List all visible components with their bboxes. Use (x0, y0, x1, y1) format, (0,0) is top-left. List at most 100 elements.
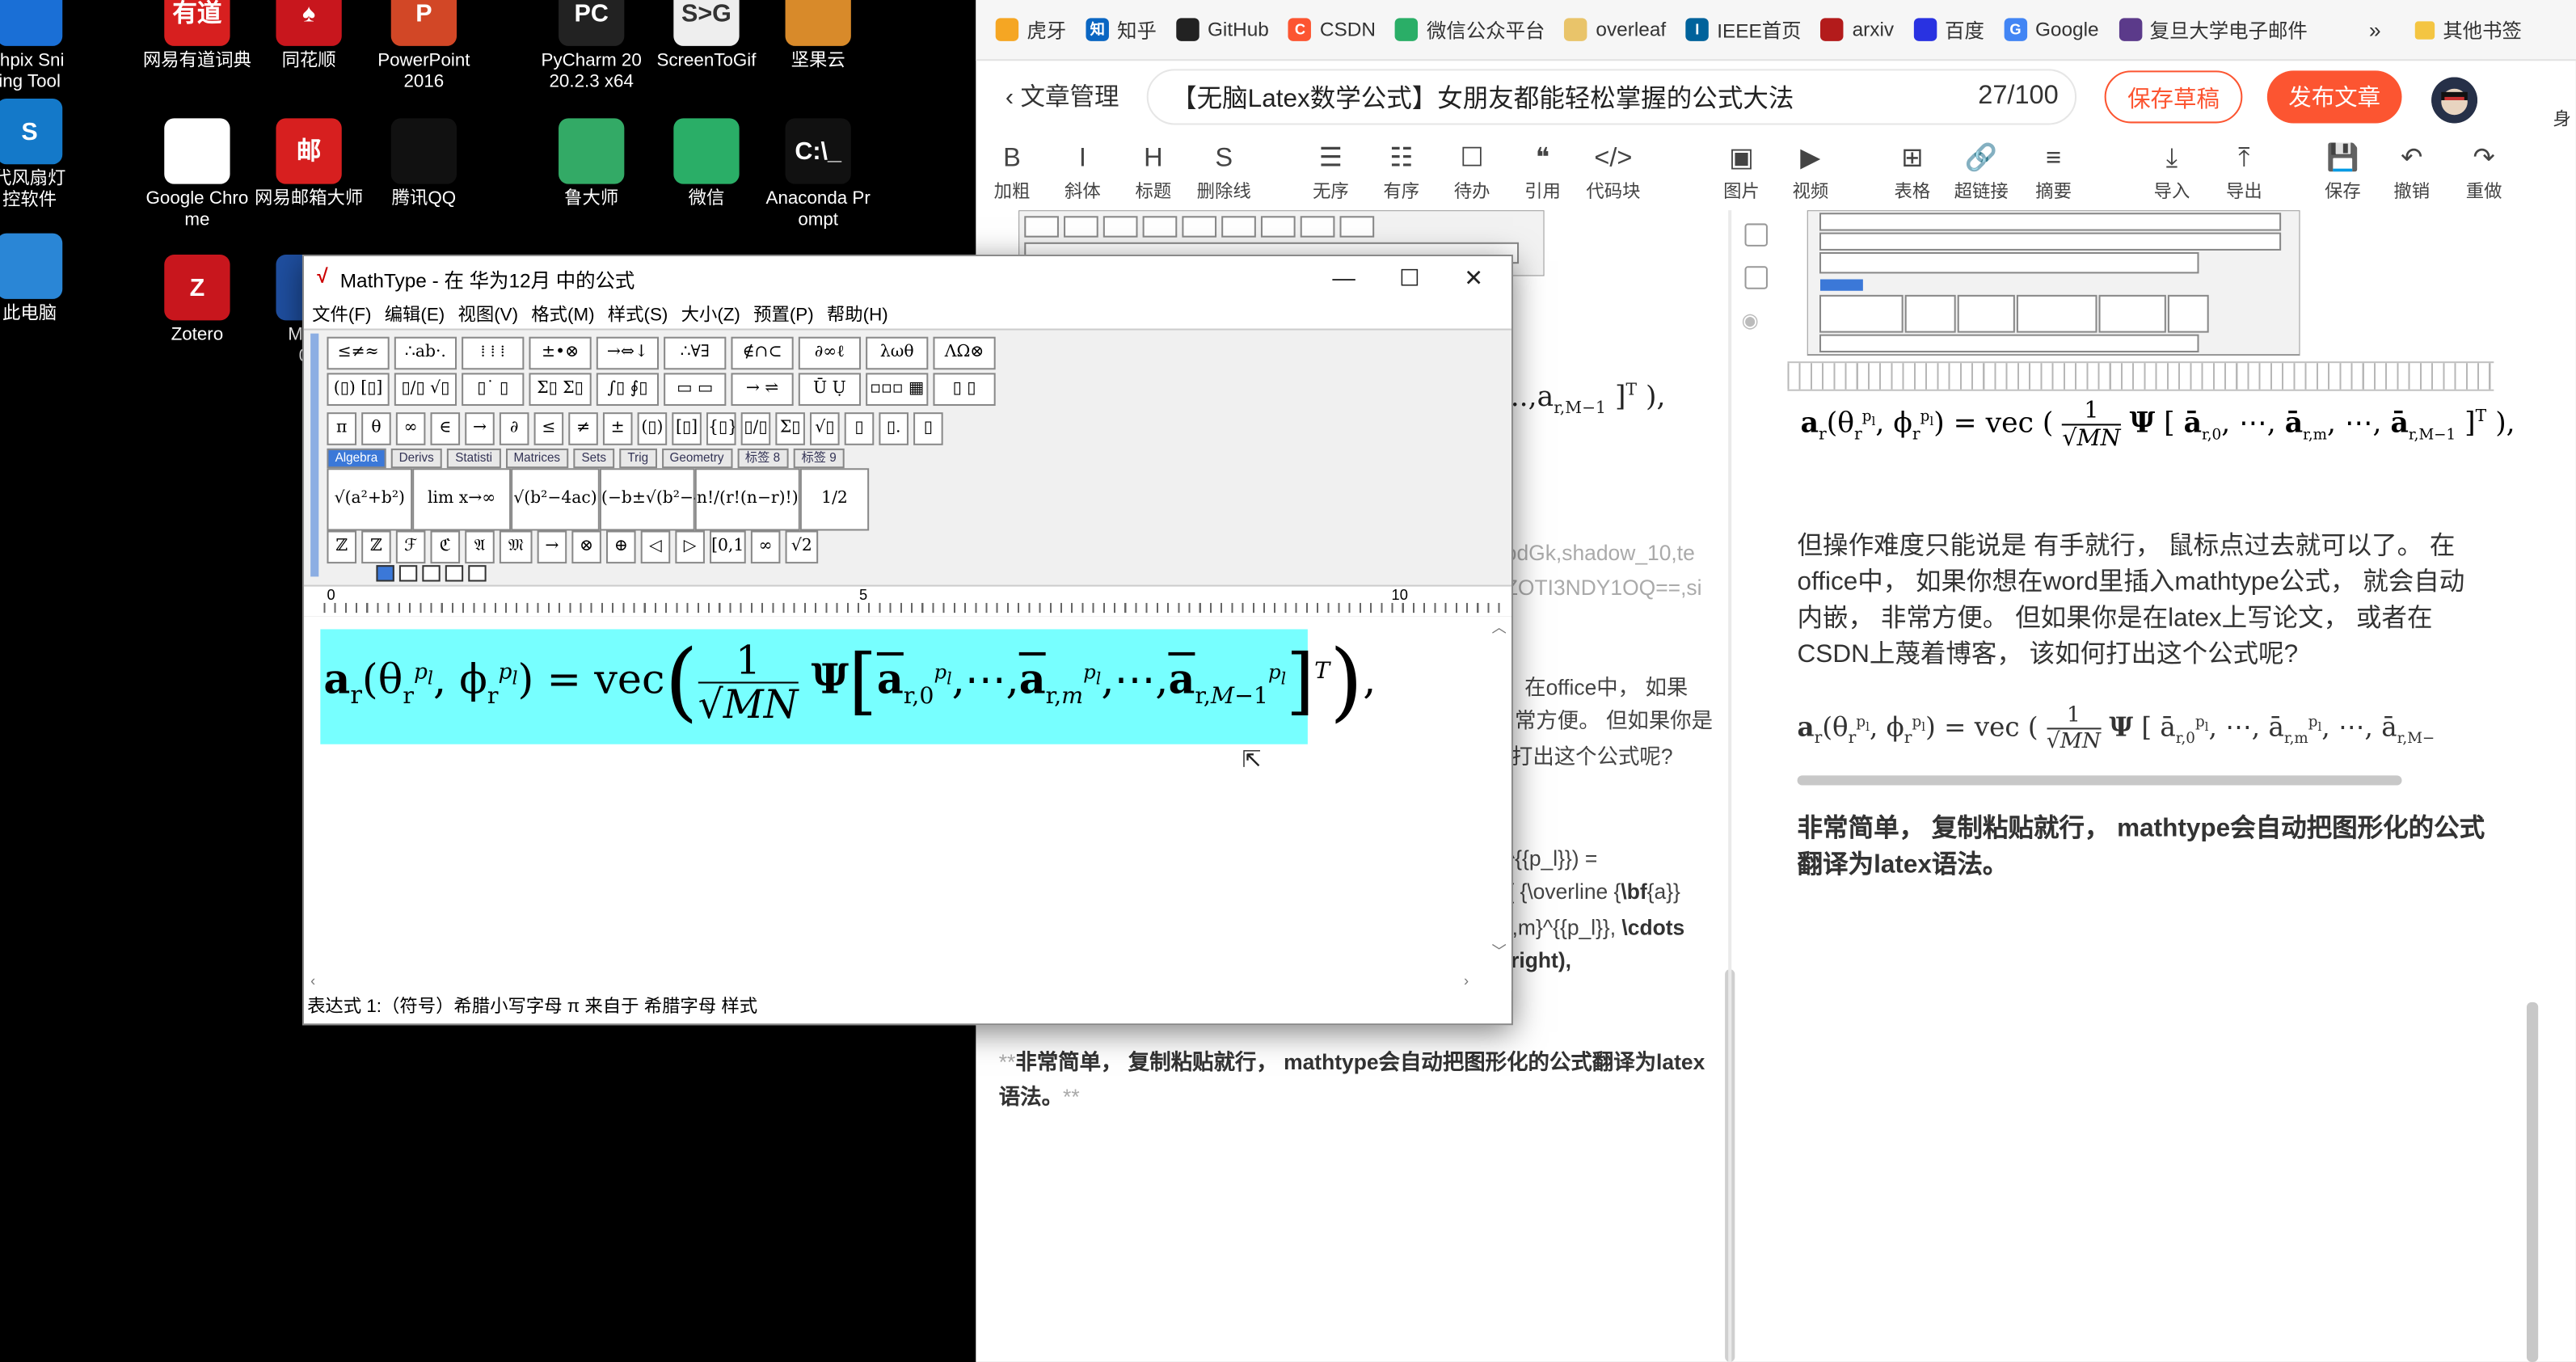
bookmark[interactable]: 虎牙 (995, 15, 1066, 44)
desktop-icon[interactable]: 此电脑 (0, 233, 95, 326)
palette-button[interactable]: ΛΩ⊗ (933, 336, 996, 370)
desktop-icon[interactable]: C:\_ Anaconda Pr ompt (753, 118, 884, 231)
toolbar-8[interactable]: </> 代码块 (1577, 141, 1649, 204)
toolbar-16[interactable]: 💾 保存 (2307, 141, 2379, 204)
palette-button[interactable]: ± (602, 412, 633, 445)
bookmark[interactable]: C CSDN (1288, 15, 1376, 44)
toolbar-17[interactable]: ↶ 撤销 (2376, 141, 2447, 204)
palette-button[interactable]: 𝔄 (465, 530, 495, 564)
desktop-icon[interactable]: S 代风扇灯 控软件 (0, 98, 95, 212)
palette-button[interactable]: ▯ ▯ (933, 373, 996, 407)
toolbar-7[interactable]: ❝ 引用 (1507, 141, 1579, 204)
palette-button[interactable]: ∴∀∃ (664, 336, 727, 370)
toolbar-18[interactable]: ↷ 重做 (2447, 141, 2519, 204)
bookmark[interactable]: arxiv (1820, 15, 1894, 44)
palette-button[interactable]: ∫▯ ∮▯ (596, 373, 660, 407)
menu-item[interactable]: 帮助(H) (827, 301, 888, 327)
palette-button[interactable]: 𝔐 (499, 530, 533, 564)
bookmark[interactable]: I IEEE首页 (1685, 15, 1802, 44)
palette-button[interactable]: ∉∩⊂ (731, 336, 794, 370)
palette-button[interactable]: ℱ (395, 530, 426, 564)
palette-button[interactable]: ▯/▯ (740, 412, 771, 445)
avatar[interactable] (2431, 77, 2478, 124)
desktop-icon[interactable]: 鲁大师 (525, 118, 657, 210)
palette-button[interactable]: ±•⊗ (529, 336, 592, 370)
mathtype-vscrollbar[interactable]: ︿ ﹀ (1488, 616, 1511, 961)
toolbar-11[interactable]: ⊞ 表格 (1876, 141, 1948, 204)
mathtype-hscrollbar[interactable]: ‹ › (304, 972, 1486, 992)
palette-button[interactable]: → ⇌ (731, 373, 794, 407)
bookmark[interactable]: 百度 (1913, 15, 1984, 44)
desktop-icon[interactable]: 坚果云 (753, 0, 884, 72)
toolbar-0[interactable]: B 加粗 (976, 141, 1048, 204)
mathtype-edit-area[interactable]: ar(θrpl, ϕrpl) = vec(1 √MN Ψ[ar,0pl,⋯,ar,… (304, 616, 1511, 991)
template-button[interactable]: (−b±√(b²−4ac))/2a (599, 468, 761, 531)
bookmark[interactable]: G Google (2004, 15, 2099, 44)
preview-scrollbar[interactable] (2526, 210, 2540, 1362)
toolbar-13[interactable]: ≡ 摘要 (2017, 141, 2089, 204)
desktop-icon[interactable]: PC PyCharm 20 20.2.3 x64 (525, 0, 657, 94)
palette-tab[interactable]: Matrices (505, 448, 569, 469)
palette-button[interactable]: [0,1] (710, 530, 746, 564)
equation[interactable]: ar(θrpl, ϕrpl) = vec(1 √MN Ψ[ar,0pl,⋯,ar,… (323, 639, 1376, 727)
palette-button[interactable]: ∞ (395, 412, 426, 445)
menu-item[interactable]: 样式(S) (608, 301, 668, 327)
template-button[interactable]: √(a²+b²) (327, 468, 413, 531)
template-button[interactable]: lim x→∞ (412, 468, 512, 531)
palette-tab[interactable]: 标签 9 (793, 448, 845, 469)
bookmark[interactable]: overleaf (1564, 15, 1666, 44)
template-button[interactable]: √(b²−4ac) (511, 468, 600, 531)
bookmark[interactable]: 微信公众平台 (1395, 15, 1545, 44)
desktop-icon[interactable]: 邮网易邮箱大师 (243, 118, 375, 210)
palette-button[interactable]: ▯/▯ √▯ (394, 373, 457, 407)
palette-button[interactable]: Σ▯ (775, 412, 805, 445)
palette-button[interactable]: ℭ (430, 530, 461, 564)
bookmark[interactable]: GitHub (1176, 15, 1269, 44)
palette-button[interactable]: ∈ (430, 412, 461, 445)
toolbar-9[interactable]: ▣ 图片 (1705, 141, 1777, 204)
formula-hscrollbar[interactable] (1797, 775, 2402, 786)
minimize-button[interactable]: — (1316, 259, 1372, 296)
palette-button[interactable]: ≠ (568, 412, 598, 445)
palette-button[interactable]: √2 (785, 530, 819, 564)
palette-button[interactable]: Σ▯ Σ▯ (529, 373, 592, 407)
palette-button[interactable]: →⇔↓ (596, 336, 660, 370)
palette-button[interactable]: → (465, 412, 495, 445)
sync-scroll-icon[interactable] (1744, 223, 1768, 247)
palette-button[interactable]: [▯] (672, 412, 702, 445)
palette-tab[interactable]: Sets (573, 448, 615, 469)
save-draft-button[interactable]: 保存草稿 (2104, 70, 2243, 124)
palette-button[interactable]: ◁ (640, 530, 671, 564)
palette-button[interactable]: ⊕ (605, 530, 636, 564)
toolbar-5[interactable]: ☷ 有序 (1365, 141, 1437, 204)
palette-button[interactable]: π (327, 412, 357, 445)
palette-button[interactable]: ▯. (879, 412, 909, 445)
mathtype-window[interactable]: √ MathType - 在 华为12月 中的公式 — ☐ ✕ 文件(F) 编辑(… (301, 255, 1513, 1026)
palette-tab[interactable]: Trig (619, 448, 657, 469)
preview-scrollbar-thumb[interactable] (2526, 1001, 2539, 1362)
article-title-input[interactable]: 【无脑Latex数学公式】女朋友都能轻松掌握的公式大法 27/100 (1146, 69, 2077, 125)
menu-item[interactable]: 格式(M) (531, 301, 594, 327)
palette-button[interactable]: ▯ (844, 412, 875, 445)
other-bookmarks[interactable]: 其他书签 (2414, 16, 2522, 44)
desktop-icon[interactable]: 腾讯QQ (358, 118, 490, 210)
palette-button[interactable]: → (537, 530, 567, 564)
mathtype-titlebar[interactable]: √ MathType - 在 华为12月 中的公式 — ☐ ✕ (304, 256, 1511, 299)
palette-button[interactable]: ▫▫▫ ▦ (866, 373, 929, 407)
palette-button[interactable]: ∂∞ℓ (798, 336, 862, 370)
palette-tab[interactable]: Derivs (390, 448, 442, 469)
palette-tab[interactable]: Algebra (327, 448, 386, 469)
palette-button[interactable]: ▷ (675, 530, 705, 564)
palette-button[interactable]: ⊗ (571, 530, 601, 564)
menu-item[interactable]: 编辑(E) (385, 301, 445, 327)
toolbar-12[interactable]: 🔗 超链接 (1945, 141, 2017, 204)
menu-item[interactable]: 大小(Z) (681, 301, 740, 327)
toolbar-10[interactable]: ▶ 视频 (1774, 141, 1846, 204)
palette-button[interactable]: ▭ ▭ (664, 373, 727, 407)
toolbar-1[interactable]: I 斜体 (1047, 141, 1119, 204)
palette-button[interactable]: ∴ab·. (394, 336, 457, 370)
palette-tab[interactable]: Statisti (447, 448, 501, 469)
preview-eye-icon[interactable]: ◉ (1741, 309, 1758, 331)
mathtype-ruler[interactable]: 0 5 10 (304, 584, 1511, 618)
palette-button[interactable]: (▯) [▯] (327, 373, 390, 407)
